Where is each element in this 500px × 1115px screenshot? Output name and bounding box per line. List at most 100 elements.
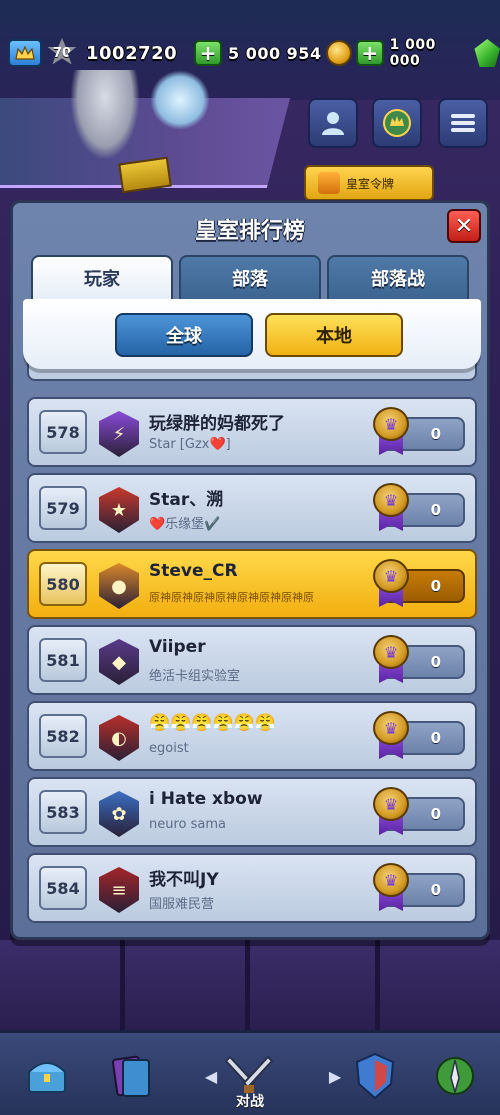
tab-clans-label: 部落	[232, 269, 268, 290]
badge-glyph: ⚡	[112, 423, 126, 445]
pass-crown-icon	[318, 172, 340, 194]
global-filter-button[interactable]: 全球	[115, 313, 253, 357]
clan-badge-icon: ◐	[99, 715, 139, 761]
crown-icon	[8, 39, 42, 67]
tab-clan-wars[interactable]: 部落战	[327, 255, 469, 299]
player-clan: 原神原神原神原神原神原神原神原	[149, 591, 314, 604]
table-row[interactable]: 584 ≡ 我不叫JY 国服难民营 0 ♛	[27, 853, 477, 923]
player-clan: ❤️乐缘堡✔️	[149, 517, 221, 532]
tournament-icon	[436, 1057, 474, 1095]
gold-resource[interactable]: + 5 000 954	[194, 38, 352, 68]
badge-glyph: ★	[110, 499, 128, 521]
friends-button[interactable]	[308, 98, 358, 148]
leaderboard-list[interactable]: 578 ⚡ 玩绿胖的妈都死了 Star [Gzx❤️] 0 ♛ 579 ★ St…	[27, 363, 477, 933]
clan-badge-icon: ✿	[99, 791, 139, 837]
rank-badge: 584	[39, 866, 87, 910]
clan-badge-icon: ●	[99, 563, 139, 609]
player-name: 😤😤😤😤😤😤	[149, 713, 277, 733]
region-filter-area: 全球 本地	[23, 299, 481, 369]
trophy-value: 1002720	[86, 42, 178, 64]
level-star-icon: 70	[47, 38, 77, 65]
clan-shield-icon	[355, 1052, 395, 1100]
gems-value: 1 000 000	[389, 37, 436, 69]
tab-players[interactable]: 玩家	[31, 255, 173, 299]
table-row[interactable]: 583 ✿ i Hate xbow neuro sama 0 ♛	[27, 777, 477, 847]
player-name: i Hate xbow	[149, 789, 263, 809]
nav-cards[interactable]	[96, 1041, 166, 1111]
crown-medal-icon: ♛	[373, 483, 409, 533]
tab-players-label: 玩家	[84, 269, 120, 290]
rank-badge: 579	[39, 486, 87, 530]
table-row[interactable]: 582 ◐ 😤😤😤😤😤😤 egoist 0 ♛	[27, 701, 477, 771]
table-row[interactable]: 578 ⚡ 玩绿胖的妈都死了 Star [Gzx❤️] 0 ♛	[27, 397, 477, 467]
player-name: Viiper	[149, 637, 206, 657]
crown-medal-icon: ♛	[373, 559, 409, 609]
table-row[interactable]: 579 ★ Star、溯 ❤️乐缘堡✔️ 0 ♛	[27, 473, 477, 543]
clan-badge-icon: ⚡	[99, 411, 139, 457]
badge-glyph: ✿	[111, 803, 127, 825]
rank-badge: 580	[39, 562, 87, 606]
player-name: 我不叫JY	[149, 870, 219, 890]
menu-button[interactable]	[438, 98, 488, 148]
leaderboard-panel: 皇室排行榜 ✕ 玩家 部落 部落战 全球 本地 578 ⚡ 玩绿胖的妈都死了 S…	[10, 200, 490, 940]
player-clan: neuro sama	[149, 817, 226, 832]
add-gems-button[interactable]: +	[356, 40, 384, 66]
local-filter-label: 本地	[316, 326, 352, 347]
table-row[interactable]: 581 ◆ Viiper 绝活卡组实验室 0 ♛	[27, 625, 477, 695]
close-button[interactable]: ✕	[447, 209, 481, 243]
table-row-current-player[interactable]: 580 ● Steve_CR 原神原神原神原神原神原神原神原 0 ♛	[27, 549, 477, 619]
tab-clan-wars-label: 部落战	[371, 269, 425, 290]
clan-button[interactable]	[372, 98, 422, 148]
hamburger-menu-icon	[451, 114, 475, 132]
nav-shop[interactable]	[12, 1041, 82, 1111]
gold-value: 5 000 954	[228, 43, 322, 63]
chest-icon	[28, 1062, 66, 1093]
clan-badge-icon: ≡	[99, 867, 139, 913]
rank-badge: 582	[39, 714, 87, 758]
nav-clan[interactable]	[340, 1041, 410, 1111]
panel-title: 皇室排行榜	[194, 219, 305, 244]
global-filter-label: 全球	[166, 326, 202, 347]
gold-coin-icon	[325, 40, 352, 66]
trophy-resource[interactable]: 70 1002720	[8, 38, 177, 68]
rank-badge: 578	[39, 410, 87, 454]
crown-medal-icon: ♛	[373, 407, 409, 457]
clan-icon	[383, 109, 411, 137]
rank-badge: 581	[39, 638, 87, 682]
friends-icon	[322, 112, 344, 135]
badge-glyph: ◐	[111, 727, 127, 749]
badge-glyph: ≡	[111, 879, 127, 901]
clan-badge-icon: ★	[99, 487, 139, 533]
crown-medal-icon: ♛	[373, 787, 409, 837]
bottom-navigation: ◀ 对战 ▶	[0, 1030, 500, 1115]
skeleton-character-art	[70, 70, 140, 160]
crown-medal-icon: ♛	[373, 635, 409, 685]
player-clan: 国服难民营	[149, 897, 215, 912]
level-value: 70	[52, 45, 72, 61]
player-name: Star、溯	[149, 490, 224, 510]
clan-badge-icon: ◆	[99, 639, 139, 685]
nav-tournament[interactable]	[420, 1041, 490, 1111]
player-name: Steve_CR	[149, 561, 238, 581]
crown-medal-icon: ♛	[373, 711, 409, 761]
badge-glyph: ●	[111, 575, 127, 597]
cards-icon	[112, 1055, 150, 1097]
crown-medal-icon: ♛	[373, 863, 409, 913]
battle-label: 对战	[236, 1094, 264, 1110]
royal-pass-banner[interactable]: 皇室令牌	[304, 165, 434, 201]
player-clan: egoist	[149, 741, 189, 756]
tab-clans[interactable]: 部落	[179, 255, 321, 299]
leaderboard-tabs: 玩家 部落 部落战	[31, 255, 471, 299]
badge-glyph: ◆	[112, 651, 126, 673]
royal-pass-label: 皇室令牌	[346, 176, 395, 191]
snow-globe-art	[150, 70, 210, 130]
gems-resource[interactable]: + 1 000 000	[356, 37, 500, 69]
player-clan: 绝活卡组实验室	[149, 669, 241, 684]
add-gold-button[interactable]: +	[194, 40, 222, 66]
local-filter-button[interactable]: 本地	[265, 313, 403, 357]
rank-badge: 583	[39, 790, 87, 834]
player-name: 玩绿胖的妈都死了	[149, 414, 285, 434]
gem-icon	[474, 39, 500, 67]
player-clan: Star [Gzx❤️]	[149, 437, 231, 452]
arena-grid-background	[0, 940, 500, 1030]
